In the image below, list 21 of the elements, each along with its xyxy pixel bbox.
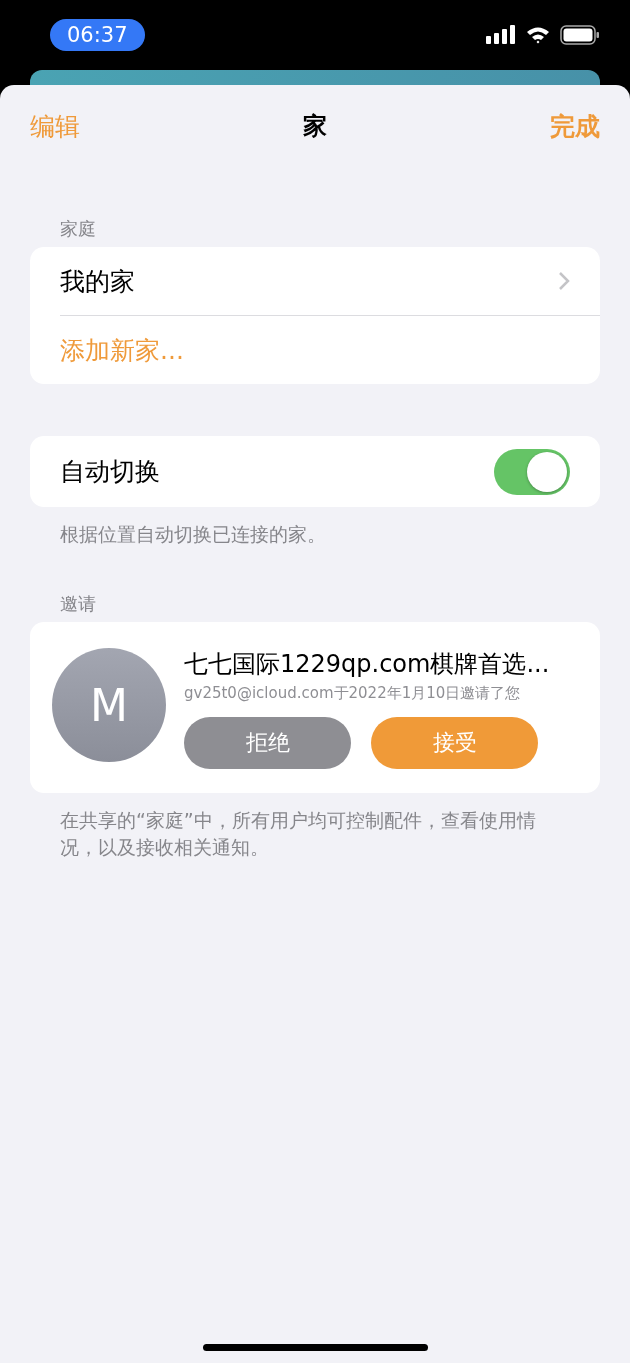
auto-switch-label: 自动切换 bbox=[60, 456, 160, 488]
invitation-title: 七七国际1229qp.com棋牌首选... bbox=[184, 649, 550, 680]
invitations-footer: 在共享的“家庭”中，所有用户均可控制配件，查看使用情况，以及接收相关通知。 bbox=[60, 807, 570, 861]
wifi-icon bbox=[526, 26, 550, 44]
sheet-title: 家 bbox=[303, 111, 327, 142]
avatar: M bbox=[52, 648, 166, 762]
section-header: 家庭 bbox=[60, 217, 97, 241]
invitation-subtitle: gv25t0@icloud.com于2022年1月10日邀请了您 bbox=[184, 684, 522, 703]
auto-switch-footer: 根据位置自动切换已连接的家。 bbox=[60, 521, 570, 548]
done-button[interactable]: 完成 bbox=[550, 109, 600, 143]
home-row[interactable]: 我的家 bbox=[30, 247, 600, 315]
signal-icon bbox=[486, 25, 516, 45]
add-home-link[interactable]: 添加新家... bbox=[30, 316, 600, 384]
status-time: 06:37 bbox=[50, 19, 145, 51]
section-header: 邀请 bbox=[60, 592, 97, 616]
edit-button[interactable]: 编辑 bbox=[30, 109, 80, 143]
battery-icon bbox=[560, 25, 600, 45]
decline-button[interactable]: 拒绝 bbox=[184, 717, 351, 769]
chevron-icon bbox=[558, 271, 570, 291]
accept-button[interactable]: 接受 bbox=[371, 717, 538, 769]
toggle-switch[interactable] bbox=[494, 448, 570, 495]
